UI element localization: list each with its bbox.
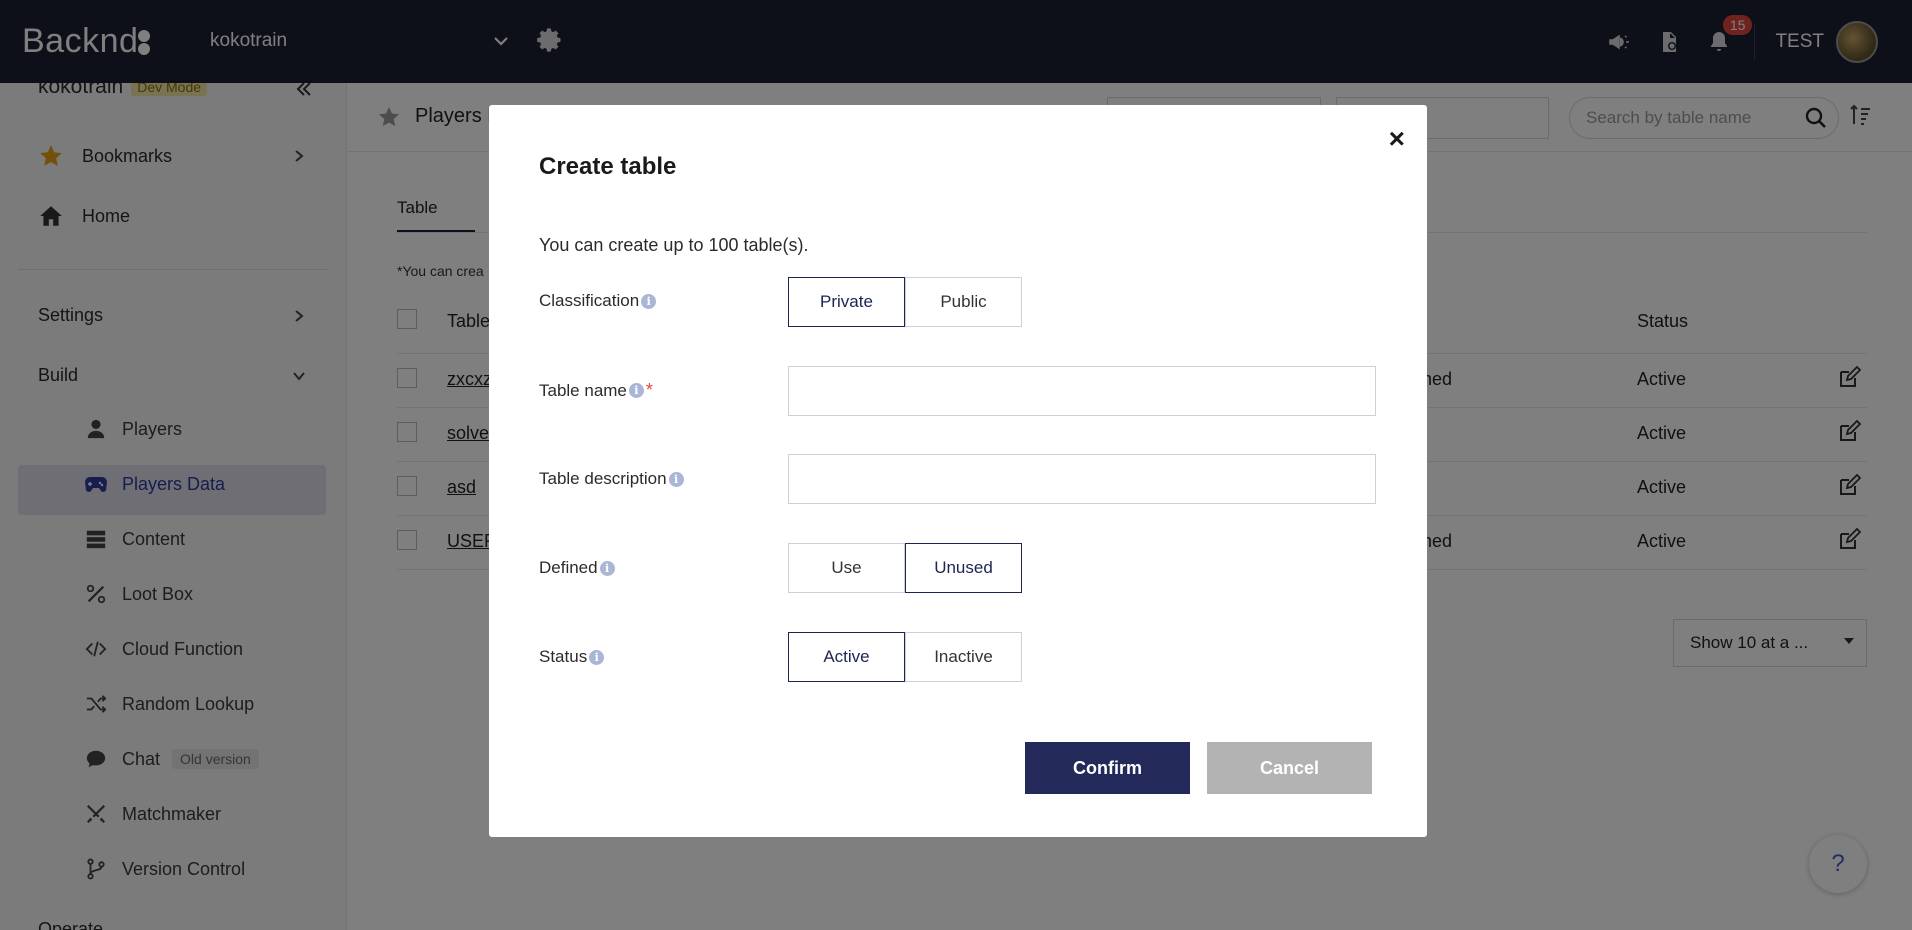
status-inactive-button[interactable]: Inactive	[905, 632, 1022, 682]
description-label: Table description	[539, 469, 667, 488]
status-label: Status	[539, 647, 588, 666]
description-label-row: Table description i	[539, 469, 684, 489]
classification-label: Classification	[539, 291, 640, 310]
defined-label: Defined	[539, 558, 598, 577]
classification-label-row: Classification i	[539, 291, 657, 311]
classification-toggle: Private Public	[788, 277, 1022, 327]
classification-private-button[interactable]: Private	[788, 277, 905, 327]
table-description-input[interactable]	[788, 454, 1376, 504]
info-icon[interactable]: i	[589, 649, 605, 665]
modal-title: Create table	[539, 153, 677, 180]
defined-toggle: Use Unused	[788, 543, 1022, 593]
modal-subtitle: You can create up to 100 table(s).	[539, 235, 809, 255]
info-icon[interactable]: i	[641, 293, 657, 309]
confirm-button[interactable]: Confirm	[1025, 742, 1190, 794]
defined-use-button[interactable]: Use	[788, 543, 905, 593]
info-icon[interactable]: i	[628, 383, 644, 398]
table-name-label: Table name	[539, 380, 627, 400]
table-name-label-row: Table name i *	[539, 380, 653, 401]
status-label-row: Status i	[539, 647, 605, 667]
close-icon[interactable]: ×	[1389, 123, 1405, 155]
info-icon[interactable]: i	[599, 560, 615, 576]
required-mark: *	[645, 380, 653, 400]
cancel-button[interactable]: Cancel	[1207, 742, 1372, 794]
defined-label-row: Defined i	[539, 558, 615, 578]
status-toggle: Active Inactive	[788, 632, 1022, 682]
status-active-button[interactable]: Active	[788, 632, 905, 682]
defined-unused-button[interactable]: Unused	[905, 543, 1022, 593]
create-table-modal: × Create table You can create up to 100 …	[489, 105, 1427, 837]
classification-public-button[interactable]: Public	[905, 277, 1022, 327]
info-icon[interactable]: i	[668, 471, 684, 487]
table-name-input[interactable]	[788, 366, 1376, 416]
